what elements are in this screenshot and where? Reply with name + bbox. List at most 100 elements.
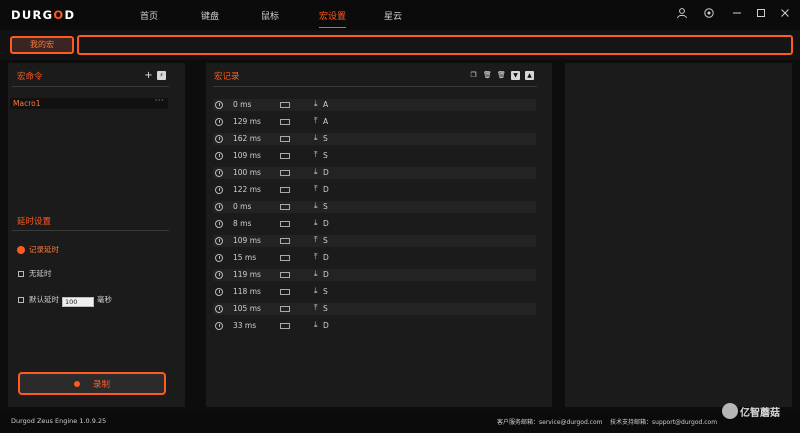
key-up-icon: ⤒ (314, 303, 318, 312)
key-down-icon: ⤓ (314, 320, 318, 329)
record-row[interactable]: 119 ms ⤓ D (213, 269, 536, 281)
more-icon[interactable]: ··· (155, 96, 164, 105)
close-icon[interactable] (778, 7, 792, 21)
keyboard-icon (280, 238, 290, 244)
move-up-icon[interactable]: ▲ (525, 71, 534, 80)
add-icon[interactable]: + (144, 71, 153, 81)
divider (12, 86, 169, 87)
divider (12, 230, 169, 231)
keyboard-icon (280, 323, 290, 329)
import-icon[interactable]: ⚡ (157, 71, 166, 80)
record-row[interactable]: 129 ms ⤒ A (213, 116, 536, 128)
copy-icon[interactable]: ❐ (469, 71, 478, 80)
nav-keyboard[interactable]: 键盘 (201, 9, 219, 22)
key-down-icon: ⤓ (314, 218, 318, 227)
clock-icon (215, 322, 223, 330)
key-label: S (323, 287, 328, 296)
record-row[interactable]: 0 ms ⤓ S (213, 201, 536, 213)
record-row[interactable]: 105 ms ⤒ S (213, 303, 536, 315)
delay-value: 0 ms (233, 100, 252, 109)
keyboard-icon (280, 204, 290, 210)
record-dot-icon (74, 381, 80, 387)
radio-selected-icon (18, 247, 24, 253)
keyboard-icon (280, 119, 290, 125)
record-row[interactable]: 109 ms ⤒ S (213, 150, 536, 162)
settings-icon[interactable] (702, 7, 716, 21)
nav-macro-settings[interactable]: 宏设置 (319, 9, 347, 28)
clock-icon (215, 152, 223, 160)
clock-icon (215, 220, 223, 228)
key-down-icon: ⤓ (314, 201, 318, 210)
footer: Durgod Zeus Engine 1.0.9.25 客户服务邮箱：servi… (0, 410, 800, 433)
default-delay-input[interactable]: 100 (62, 297, 94, 307)
profile-name-field[interactable] (77, 35, 793, 55)
checkbox-icon (18, 297, 24, 303)
move-down-icon[interactable]: ▼ (511, 71, 520, 80)
keyboard-icon (280, 102, 290, 108)
key-down-icon: ⤓ (314, 167, 318, 176)
record-button[interactable]: 录制 (18, 372, 166, 395)
detail-panel (565, 63, 792, 407)
clock-icon (215, 118, 223, 126)
delay-value: 119 ms (233, 270, 261, 279)
key-label: D (323, 185, 329, 194)
delay-value: 15 ms (233, 253, 257, 262)
minimize-icon[interactable] (730, 7, 744, 21)
delay-value: 8 ms (233, 219, 252, 228)
service-email: 客户服务邮箱：service@durgod.com (497, 419, 603, 426)
no-delay-option[interactable]: 无延时 (18, 268, 52, 279)
key-label: S (323, 202, 328, 211)
clock-icon (215, 186, 223, 194)
keyboard-icon (280, 153, 290, 159)
keyboard-icon (280, 255, 290, 261)
divider (213, 86, 537, 87)
maximize-icon[interactable] (754, 7, 768, 21)
record-row[interactable]: 8 ms ⤓ D (213, 218, 536, 230)
key-up-icon: ⤒ (314, 252, 318, 261)
delay-value: 129 ms (233, 117, 261, 126)
user-icon[interactable] (675, 7, 689, 21)
key-label: D (323, 253, 329, 262)
delay-value: 162 ms (233, 134, 261, 143)
clock-icon (215, 135, 223, 143)
delete-icon[interactable]: 🗑 (483, 71, 492, 80)
key-label: S (323, 236, 328, 245)
record-row[interactable]: 100 ms ⤓ D (213, 167, 536, 179)
record-row[interactable]: 33 ms ⤓ D (213, 320, 536, 332)
clock-icon (215, 271, 223, 279)
delay-value: 0 ms (233, 202, 252, 211)
nav-nebula[interactable]: 星云 (384, 9, 402, 22)
default-delay-option[interactable]: 默认延时 100 毫秒 (18, 294, 112, 307)
delete-all-icon[interactable]: 🗑 (497, 71, 506, 80)
checkbox-icon (18, 271, 24, 277)
delay-value: 105 ms (233, 304, 261, 313)
version-text: Durgod Zeus Engine 1.0.9.25 (11, 417, 107, 425)
record-row[interactable]: 162 ms ⤓ S (213, 133, 536, 145)
key-down-icon: ⤓ (314, 286, 318, 295)
nav-home[interactable]: 首页 (140, 9, 158, 22)
key-label: S (323, 151, 328, 160)
macro-command-panel (8, 63, 185, 407)
watermark-text: 亿智蘑菇 (740, 408, 780, 419)
brand-logo: DURGOD (11, 8, 76, 22)
clock-icon (215, 169, 223, 177)
delay-value: 118 ms (233, 287, 261, 296)
key-down-icon: ⤓ (314, 99, 318, 108)
key-up-icon: ⤒ (314, 235, 318, 244)
record-row[interactable]: 109 ms ⤒ S (213, 235, 536, 247)
key-label: D (323, 321, 329, 330)
delay-value: 33 ms (233, 321, 257, 330)
keyboard-icon (280, 306, 290, 312)
macro-command-title: 宏命令 (17, 72, 43, 82)
record-row[interactable]: 122 ms ⤒ D (213, 184, 536, 196)
macro-list-item[interactable]: Macro1 ··· (10, 96, 168, 109)
clock-icon (215, 101, 223, 109)
record-delay-option[interactable]: 记录延时 (18, 244, 59, 255)
record-row[interactable]: 15 ms ⤒ D (213, 252, 536, 264)
nav-mouse[interactable]: 鼠标 (261, 9, 279, 22)
keyboard-icon (280, 289, 290, 295)
my-macro-tab[interactable]: 我的宏 (10, 36, 74, 54)
record-row[interactable]: 0 ms ⤓ A (213, 99, 536, 111)
record-row[interactable]: 118 ms ⤓ S (213, 286, 536, 298)
key-label: S (323, 304, 328, 313)
